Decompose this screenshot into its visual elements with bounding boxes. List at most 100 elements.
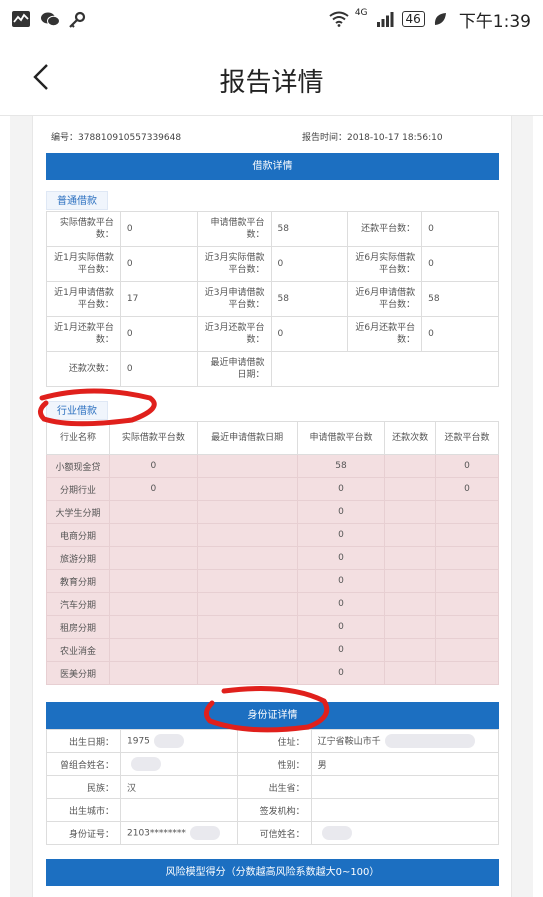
table-cell: 0 xyxy=(434,477,500,501)
table-cell xyxy=(196,500,298,524)
field-value-text: 辽宁省鞍山市千 xyxy=(317,736,381,747)
leaf-icon xyxy=(433,11,451,27)
report-id: 编号：378810910557339648 xyxy=(51,133,182,143)
field-value: 2103******** xyxy=(120,821,238,845)
field-value: 0 xyxy=(421,316,499,352)
table-row: 还款次数： 0 最近申请借款日期： xyxy=(46,351,499,387)
field-value xyxy=(120,798,238,822)
table-row: 租房分期 0 xyxy=(46,615,500,639)
table-cell: 0 xyxy=(296,615,386,639)
table-row: 近1月实际借款平台数： 0 近3月实际借款平台数： 0 近6月实际借款平台数： 0 xyxy=(46,246,499,282)
field-label: 近6月还款平台数： xyxy=(347,316,423,352)
redaction-blur xyxy=(189,826,220,840)
table-cell xyxy=(109,546,198,570)
table-row: 小额现金贷 0 58 0 xyxy=(46,454,500,478)
field-value: 58 xyxy=(421,281,499,317)
table-cell xyxy=(196,523,298,547)
table-row: 农业消金 0 xyxy=(46,638,500,662)
table-cell: 0 xyxy=(296,661,386,685)
table-cell xyxy=(109,661,198,685)
field-value: 男 xyxy=(310,752,500,776)
field-value: 0 xyxy=(119,211,198,247)
field-value: 汉 xyxy=(120,775,238,799)
table-cell xyxy=(434,569,500,593)
table-cell xyxy=(109,615,198,639)
table-cell xyxy=(434,615,500,639)
field-value-text: 汉 xyxy=(127,783,137,794)
table-cell: 58 xyxy=(296,454,386,478)
field-label: 民族： xyxy=(46,775,121,799)
table-cell xyxy=(384,454,436,478)
tab-industry-loan[interactable]: 行业借款 xyxy=(46,401,108,420)
table-cell: 0 xyxy=(296,638,386,662)
table-cell xyxy=(196,615,298,639)
table-cell xyxy=(384,638,436,662)
field-value xyxy=(310,775,500,799)
field-label: 近1月申请借款平台数： xyxy=(46,281,121,317)
status-bar: 4G 46 下午1:39 xyxy=(0,0,543,38)
column-header: 实际借款平台数 xyxy=(109,421,198,455)
field-label: 近6月实际借款平台数： xyxy=(347,246,423,282)
industry-name: 教育分期 xyxy=(46,569,110,593)
table-cell: 0 xyxy=(296,592,386,616)
industry-name: 分期行业 xyxy=(46,477,110,501)
field-label: 可信姓名： xyxy=(236,821,312,845)
table-cell: 0 xyxy=(109,477,198,501)
field-label: 申请借款平台数： xyxy=(196,211,272,247)
table-cell: 0 xyxy=(296,569,386,593)
field-label: 实际借款平台数： xyxy=(46,211,121,247)
table-row: 曾组合姓名： 性别： 男 xyxy=(46,752,500,776)
table-cell xyxy=(109,500,198,524)
table-cell xyxy=(384,569,436,593)
industry-name: 租房分期 xyxy=(46,615,110,639)
table-cell xyxy=(434,500,500,524)
report-document[interactable]: 编号：378810910557339648 报告时间：2018-10-17 18… xyxy=(10,116,533,897)
key-icon xyxy=(68,11,86,28)
table-cell xyxy=(109,592,198,616)
clock: 下午1:39 xyxy=(458,11,531,32)
table-row: 电商分期 0 xyxy=(46,523,500,547)
field-value: 辽宁省鞍山市千 xyxy=(310,729,500,753)
table-cell xyxy=(434,592,500,616)
report-time: 报告时间：2018-10-17 18:56:10 xyxy=(302,133,443,143)
tab-general-loan[interactable]: 普通借款 xyxy=(46,191,108,210)
field-value: 0 xyxy=(421,211,499,247)
field-value: 1975 xyxy=(120,729,238,753)
column-header: 申请借款平台数 xyxy=(296,421,386,455)
field-value: 0 xyxy=(421,246,499,282)
industry-name: 大学生分期 xyxy=(46,500,110,524)
field-value xyxy=(270,351,499,387)
app-header: 报告详情 xyxy=(0,38,543,116)
table-row: 民族： 汉 出生省： xyxy=(46,775,500,799)
wechat-icon xyxy=(40,11,60,27)
network-type: 4G xyxy=(354,8,368,18)
table-row: 汽车分期 0 xyxy=(46,592,500,616)
table-cell xyxy=(109,638,198,662)
industry-name: 医美分期 xyxy=(46,661,110,685)
field-value: 0 xyxy=(119,351,198,387)
table-cell xyxy=(384,477,436,501)
table-cell xyxy=(196,592,298,616)
redaction-blur xyxy=(153,734,184,748)
table-cell xyxy=(384,546,436,570)
field-label: 曾组合姓名： xyxy=(46,752,121,776)
table-cell xyxy=(434,523,500,547)
table-cell xyxy=(109,523,198,547)
redaction-blur xyxy=(131,757,161,771)
table-cell xyxy=(384,592,436,616)
table-cell xyxy=(384,615,436,639)
identity-table: 出生日期： 1975 住址： 辽宁省鞍山市千 曾组合姓名： 性别：男民族：汉出生省： 出生城… xyxy=(46,729,500,845)
table-cell xyxy=(196,638,298,662)
table-cell xyxy=(384,523,436,547)
field-label: 住址： xyxy=(236,729,312,753)
field-value xyxy=(310,798,500,822)
table-row: 实际借款平台数： 0 申请借款平台数： 58 还款平台数： 0 xyxy=(46,211,499,247)
table-cell xyxy=(434,546,500,570)
table-row: 近1月申请借款平台数： 17 近3月申请借款平台数： 58 近6月申请借款平台数： 58 xyxy=(46,281,499,317)
wifi-icon xyxy=(329,11,349,27)
field-value: 0 xyxy=(270,246,349,282)
field-label: 近1月还款平台数： xyxy=(46,316,121,352)
field-value-text: 2103******** xyxy=(127,828,186,839)
table-cell xyxy=(384,500,436,524)
industry-name: 旅游分期 xyxy=(46,546,110,570)
